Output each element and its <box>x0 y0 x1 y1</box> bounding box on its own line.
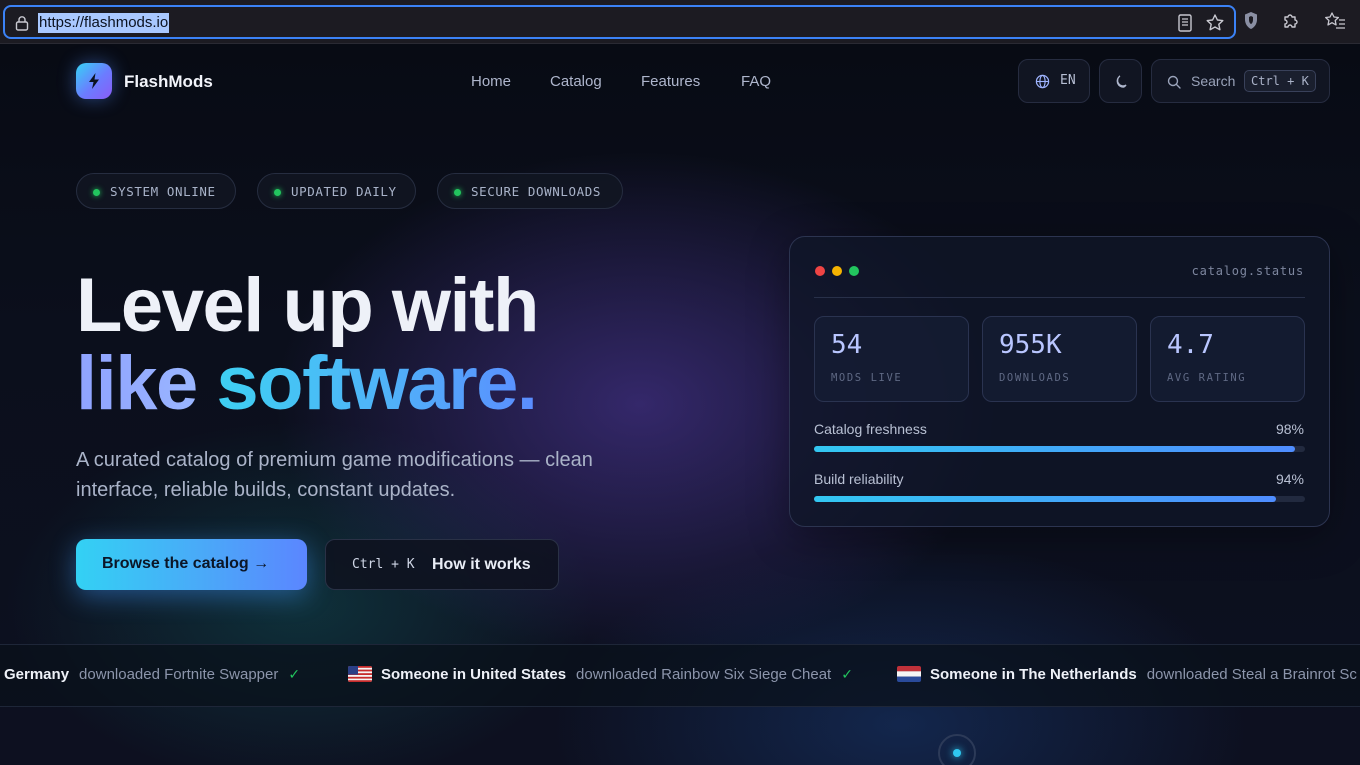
how-it-works-label: How it works <box>432 556 531 573</box>
ticker-item: Someone in United States downloaded Rainb… <box>381 666 853 683</box>
hero-title-word-software: software. <box>216 341 538 426</box>
freshness-bar-fill <box>814 446 1296 452</box>
moon-icon <box>1114 74 1128 94</box>
hero-title-word-like: like <box>76 341 198 426</box>
ticker-what: downloaded Fortnite Swapper <box>79 666 279 683</box>
reliability-label: Build reliability <box>814 471 904 487</box>
lock-icon[interactable] <box>15 15 29 36</box>
nav-link-faq[interactable]: FAQ <box>741 73 771 90</box>
bookmarks-list-icon[interactable] <box>1324 11 1346 36</box>
language-button[interactable]: EN <box>1018 59 1090 103</box>
ticker-item: Someone in The Netherlands downloaded Ste… <box>930 666 1357 683</box>
ticker-what: downloaded Steal a Brainrot Sc <box>1146 666 1357 683</box>
stat-label: MODS LIVE <box>831 372 903 384</box>
hero-title-line-1: Level up with <box>76 263 539 348</box>
bookmark-star-icon[interactable] <box>1205 13 1225 38</box>
window-dot-green-icon <box>849 266 859 276</box>
scroll-indicator-dot <box>953 749 961 757</box>
check-icon: ✓ <box>841 666 853 682</box>
hero-title-line-2: like software. <box>76 341 538 426</box>
search-label: Search <box>1191 73 1236 89</box>
netherlands-flag-icon <box>897 666 921 682</box>
brand-name[interactable]: FlashMods <box>124 72 213 92</box>
status-chip-system-online: SYSTEM ONLINE <box>76 173 236 209</box>
status-chip-secure-downloads: SECURE DOWNLOADS <box>437 173 623 209</box>
check-icon: ✓ <box>288 666 301 682</box>
reliability-bar <box>814 496 1305 502</box>
stat-downloads: 955K DOWNLOADS <box>982 316 1137 402</box>
stat-label: AVG RATING <box>1167 372 1247 384</box>
stat-label: DOWNLOADS <box>999 372 1071 384</box>
card-title: catalog.status <box>1191 264 1304 278</box>
download-ticker: Germany downloaded Fortnite Swapper ✓ Some… <box>0 644 1360 707</box>
nav-link-features[interactable]: Features <box>641 73 700 90</box>
ticker-what: downloaded Rainbow Six Siege Cheat <box>576 666 832 683</box>
address-bar[interactable]: https://flashmods.io <box>3 5 1236 39</box>
freshness-label: Catalog freshness <box>814 421 927 437</box>
search-button[interactable]: Search Ctrl + K <box>1151 59 1330 103</box>
url-text[interactable]: https://flashmods.io <box>38 13 170 33</box>
how-it-works-shortcut: Ctrl + K <box>352 557 415 572</box>
window-dot-red-icon <box>815 266 825 276</box>
online-dot-icon <box>93 189 100 196</box>
chip-label: SYSTEM ONLINE <box>110 184 216 199</box>
search-shortcut: Ctrl + K <box>1244 70 1316 92</box>
card-divider <box>814 297 1305 298</box>
reliability-bar-fill <box>814 496 1276 502</box>
stat-avg-rating: 4.7 AVG RATING <box>1150 316 1305 402</box>
globe-icon <box>1035 74 1050 94</box>
extensions-icon[interactable] <box>1281 11 1301 36</box>
page-viewport: FlashMods Home Catalog Features FAQ EN S… <box>0 44 1360 765</box>
catalog-status-card: catalog.status 54 MODS LIVE 955K DOWNLOA… <box>789 236 1330 527</box>
browse-catalog-button[interactable]: Browse the catalog → <box>76 539 307 590</box>
scroll-indicator-icon[interactable] <box>938 734 976 765</box>
ticker-who: Someone in The Netherlands <box>930 666 1137 683</box>
browser-toolbar: https://flashmods.io <box>0 0 1360 44</box>
ticker-item: Germany downloaded Fortnite Swapper ✓ <box>4 666 300 683</box>
freshness-bar <box>814 446 1305 452</box>
window-dot-yellow-icon <box>832 266 842 276</box>
stat-value: 4.7 <box>1167 330 1214 360</box>
us-flag-icon <box>348 666 372 682</box>
ticker-who: Someone in United States <box>381 666 567 683</box>
browse-catalog-label: Browse the catalog → <box>102 555 270 572</box>
online-dot-icon <box>454 189 461 196</box>
online-dot-icon <box>274 189 281 196</box>
how-it-works-button[interactable]: Ctrl + K How it works <box>325 539 559 590</box>
status-chip-updated-daily: UPDATED DAILY <box>257 173 416 209</box>
theme-toggle-button[interactable] <box>1099 59 1142 103</box>
stat-value: 955K <box>999 330 1062 360</box>
reader-mode-icon[interactable] <box>1178 14 1192 37</box>
chip-label: SECURE DOWNLOADS <box>471 184 602 199</box>
ticker-who: Germany <box>4 666 70 683</box>
reliability-value: 94% <box>1275 471 1304 487</box>
nav-link-catalog[interactable]: Catalog <box>550 73 602 90</box>
stat-value: 54 <box>831 330 863 360</box>
search-icon <box>1167 75 1181 94</box>
language-label: EN <box>1060 73 1076 88</box>
nav-link-home[interactable]: Home <box>471 73 511 90</box>
chip-label: UPDATED DAILY <box>291 184 397 199</box>
hero-subtitle: A curated catalog of premium game modifi… <box>76 449 593 501</box>
logo-icon[interactable] <box>76 63 112 99</box>
freshness-value: 98% <box>1275 421 1304 437</box>
shield-icon[interactable] <box>1243 11 1259 36</box>
stat-mods-live: 54 MODS LIVE <box>814 316 969 402</box>
